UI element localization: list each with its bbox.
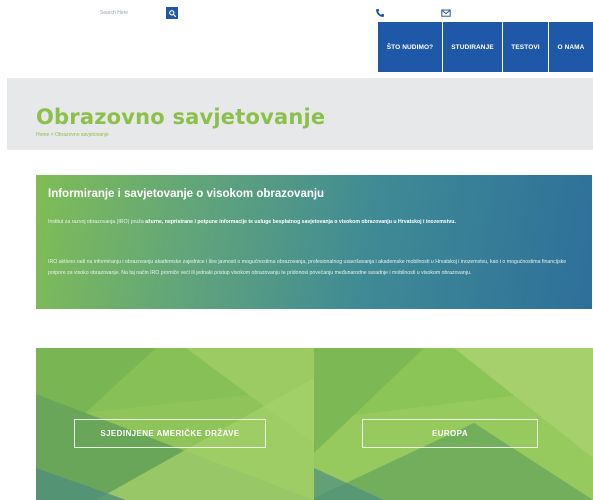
- info-paragraph-2: IRO aktivno radi na informiranju i obraz…: [48, 259, 567, 276]
- breadcrumb[interactable]: Home > Obrazovno savjetovanje: [36, 132, 109, 138]
- nav-item-sto-nudimo[interactable]: ŠTO NUDIMO?: [378, 22, 442, 72]
- email-icon[interactable]: [441, 8, 451, 18]
- info-paragraph-1: Institut za razvoj obrazovanja (IRO) pru…: [48, 217, 580, 228]
- phone-icon[interactable]: [375, 8, 385, 18]
- tile-europa[interactable]: EUROPA: [314, 348, 593, 500]
- search-input[interactable]: [100, 6, 164, 20]
- page-header: Obrazovno savjetovanje Home > Obrazovno …: [7, 78, 593, 150]
- nav-item-testovi[interactable]: TESTOVI: [503, 22, 548, 72]
- tile-usa[interactable]: SJEDINJENE AMERIČKE DRŽAVE: [36, 348, 314, 500]
- info-paragraph-1-bold: ažurne, nepristrane i potpune informacij…: [145, 219, 456, 225]
- nav-item-studiranje[interactable]: STUDIRANJE: [443, 22, 502, 72]
- nav-item-o-nama[interactable]: O NAMA: [549, 22, 593, 72]
- info-title: Informiranje i savjetovanje o visokom ob…: [48, 188, 325, 200]
- info-paragraph-1-lead: Institut za razvoj obrazovanja (IRO) pru…: [48, 219, 146, 225]
- main-nav: ŠTO NUDIMO? STUDIRANJE TESTOVI O NAMA: [378, 22, 593, 72]
- search-icon: [168, 9, 176, 17]
- info-card: Informiranje i savjetovanje o visokom ob…: [36, 175, 592, 309]
- search-button[interactable]: [166, 7, 178, 19]
- tile-usa-button[interactable]: SJEDINJENE AMERIČKE DRŽAVE: [74, 419, 266, 448]
- search-bar: [100, 6, 180, 20]
- page-title: Obrazovno savjetovanje: [36, 105, 326, 129]
- tile-europa-button[interactable]: EUROPA: [362, 419, 538, 448]
